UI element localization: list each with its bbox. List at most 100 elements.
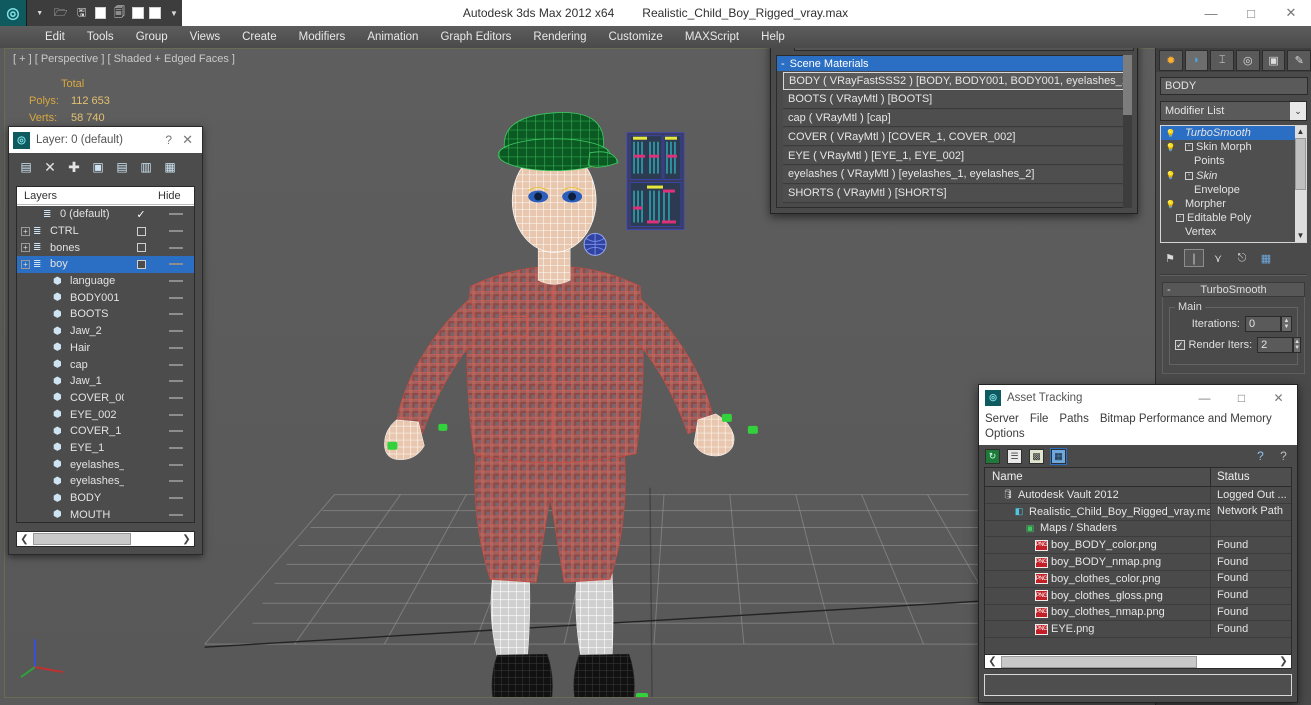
asset-table-row[interactable]: PNG boy_clothes_gloss.png Found xyxy=(985,587,1291,605)
redo-icon[interactable] xyxy=(132,7,145,19)
layer-row-name-cell[interactable]: ⬢ BOOTS xyxy=(17,308,124,320)
layer-hide-cell[interactable] xyxy=(158,413,194,416)
render-setup-icon[interactable]: 🗐 xyxy=(111,4,127,22)
modifier-stack-rows[interactable]: 💡 TurboSmooth 💡 - Skin Morph Points 💡 - Skin Enve… xyxy=(1161,126,1306,242)
material-list-item[interactable]: cap ( VRayMtl ) [cap] xyxy=(783,109,1127,128)
layer-row-name-cell[interactable]: + ≣ bones xyxy=(17,242,124,254)
modifier-stack-buttons[interactable]: ⚑ ❘ ⋎ ⎋ ▦ xyxy=(1160,248,1307,268)
layer-hide-cell[interactable] xyxy=(158,330,194,333)
hide-dash-icon[interactable] xyxy=(169,213,183,216)
layer-row[interactable]: ≣ 0 (default) ✓ xyxy=(17,206,194,223)
motion-icon[interactable]: ◎ xyxy=(1236,49,1260,71)
layer-row[interactable]: ⬢ cap xyxy=(17,356,194,373)
list-view-icon[interactable]: ☰ xyxy=(1007,448,1022,464)
modifier-stack-row[interactable]: 💡 - Skin xyxy=(1161,169,1306,183)
command-panel-tabs[interactable]: ✹ ◗ ⌶ ◎ ▣ ✎ xyxy=(1156,48,1311,72)
rollout-header[interactable]: - TurboSmooth xyxy=(1162,282,1305,297)
layer-row-name-cell[interactable]: ⬢ MOUTH xyxy=(17,509,124,521)
layer-row[interactable]: ⬢ EYE_1 xyxy=(17,440,194,457)
menu-server[interactable]: Server xyxy=(985,413,1019,425)
display-icon[interactable]: ▣ xyxy=(1261,49,1286,71)
menu-create[interactable]: Create xyxy=(231,26,288,48)
menu-file[interactable]: File xyxy=(1030,413,1049,425)
layer-row[interactable]: + ≣ CTRL xyxy=(17,223,194,240)
layer-row-name-cell[interactable]: + ≣ boy xyxy=(17,258,124,270)
layer-row-name-cell[interactable]: ⬢ cap xyxy=(17,359,124,371)
modifier-stack-row[interactable]: Points xyxy=(1161,154,1306,168)
menu-options[interactable]: Options xyxy=(985,428,1025,440)
scroll-left-icon[interactable]: ❮ xyxy=(985,656,1000,667)
hide-dash-icon[interactable] xyxy=(169,430,183,433)
layer-hide-cell[interactable] xyxy=(158,296,194,299)
asset-table-row[interactable]: PNG boy_BODY_nmap.png Found xyxy=(985,553,1291,571)
material-items[interactable]: BODY ( VRayFastSSS2 ) [BODY, BODY001, BO… xyxy=(777,72,1131,203)
layer-row-name-cell[interactable]: ⬢ Hair xyxy=(17,342,124,354)
layer-row-name-cell[interactable]: ⬢ COVER_002 xyxy=(17,392,124,404)
window-controls[interactable]: — □ ✕ xyxy=(1191,0,1311,26)
scroll-left-icon[interactable]: ❮ xyxy=(17,534,32,545)
render-iters-field[interactable]: ✓ Render Iters: ▲▼ xyxy=(1175,337,1302,353)
scroll-up-icon[interactable]: ▲ xyxy=(1295,126,1306,138)
layer-rows[interactable]: ≣ 0 (default) ✓ + ≣ CTRL + ≣ bones + ≣ boy ⬢ language… xyxy=(17,206,194,522)
turbosmooth-rollout[interactable]: - TurboSmooth Main Iterations: ▲▼ ✓ Rend… xyxy=(1162,282,1305,374)
layer-hide-cell[interactable] xyxy=(158,363,194,366)
layer-row[interactable]: ⬢ MOUTH xyxy=(17,506,194,522)
layer-expander-icon[interactable]: + xyxy=(21,243,30,253)
stack-expander-icon[interactable]: - xyxy=(1185,171,1193,180)
layer-row[interactable]: ⬢ language xyxy=(17,273,194,290)
hide-dash-icon[interactable] xyxy=(169,513,183,516)
hierarchy-icon[interactable]: ⌶ xyxy=(1210,49,1235,71)
hscroll-thumb[interactable] xyxy=(33,533,131,545)
layer-hide-cell[interactable] xyxy=(158,463,194,466)
layer-hide-cell[interactable] xyxy=(158,313,194,316)
asset-table-hscrollbar[interactable]: ❮ ❯ xyxy=(984,654,1292,669)
iterations-spinner[interactable]: ▲ ▼ xyxy=(1281,316,1292,332)
asset-name-cell[interactable]: PNG boy_BODY_color.png xyxy=(985,539,1210,551)
layer-row-name-cell[interactable]: ⬢ EYE_1 xyxy=(17,442,124,454)
hide-dash-icon[interactable] xyxy=(169,280,183,283)
remove-modifier-icon[interactable]: ⎋ xyxy=(1232,249,1252,267)
blank-icon[interactable] xyxy=(149,7,161,19)
asset-table-row[interactable]: PNG EYE.png Found xyxy=(985,620,1291,639)
asset-name-cell[interactable]: PNG EYE.png xyxy=(985,623,1210,635)
hide-dash-icon[interactable] xyxy=(169,413,183,416)
material-list-vscrollbar[interactable] xyxy=(1123,55,1132,208)
hide-dash-icon[interactable] xyxy=(169,363,183,366)
layer-row[interactable]: ⬢ eyelashes_2 xyxy=(17,456,194,473)
layer-hide-cell[interactable] xyxy=(158,396,194,399)
make-unique-icon[interactable]: ⋎ xyxy=(1208,249,1228,267)
asset-table-row[interactable]: PNG boy_BODY_color.png Found xyxy=(985,536,1291,555)
hide-dash-icon[interactable] xyxy=(169,330,183,333)
scene-materials-group-header[interactable]: - Scene Materials xyxy=(777,56,1131,71)
layer-expander-icon[interactable]: + xyxy=(21,259,30,269)
asset-name-cell[interactable]: 🛢 Autodesk Vault 2012 xyxy=(985,489,1210,501)
vscroll-thumb[interactable] xyxy=(1123,55,1132,115)
modifier-bulb-icon[interactable]: 💡 xyxy=(1165,143,1176,152)
asset-name-cell[interactable]: ◧ Realistic_Child_Boy_Rigged_vray.max xyxy=(985,506,1210,518)
layer-row-name-cell[interactable]: ⬢ COVER_1 xyxy=(17,425,124,437)
utilities-icon[interactable]: ✎ xyxy=(1287,49,1311,71)
asset-table-row[interactable]: PNG boy_clothes_nmap.png Found xyxy=(985,604,1291,622)
help-icon[interactable]: ? xyxy=(1276,449,1291,464)
material-list-item[interactable]: EYE ( VRayMtl ) [EYE_1, EYE_002] xyxy=(783,147,1127,165)
menu-modifiers[interactable]: Modifiers xyxy=(288,26,357,48)
asset-tracking-window[interactable]: ◎ Asset Tracking — □ ✕ Server File Paths Bi… xyxy=(978,384,1298,703)
layer-list[interactable]: Layers Hide ≣ 0 (default) ✓ + ≣ CTRL + ≣ bones + ≣… xyxy=(16,186,195,523)
modifier-stack-row[interactable]: 💡 TurboSmooth xyxy=(1161,126,1306,141)
hide-dash-icon[interactable] xyxy=(169,463,183,466)
hide-dash-icon[interactable] xyxy=(169,380,183,383)
layer-manager-titlebar[interactable]: ◎ Layer: 0 (default) ? ✕ xyxy=(9,127,202,153)
asset-table-row[interactable]: ▣ Maps / Shaders xyxy=(985,520,1291,538)
layer-row-name-cell[interactable]: ⬢ Jaw_2 xyxy=(17,325,124,337)
rollout-toggle-icon[interactable]: - xyxy=(1167,284,1171,296)
checkbox-icon[interactable] xyxy=(136,259,146,269)
modifier-stack-vscrollbar[interactable]: ▲ ▼ xyxy=(1295,126,1306,242)
layer-hide-cell[interactable] xyxy=(158,480,194,483)
layer-hide-cell[interactable] xyxy=(158,280,194,283)
hide-dash-icon[interactable] xyxy=(169,263,183,266)
layer-hide-cell[interactable] xyxy=(158,246,194,249)
modify-icon[interactable]: ◗ xyxy=(1184,49,1209,71)
scroll-right-icon[interactable]: ❯ xyxy=(1276,656,1291,667)
layer-current-cell[interactable] xyxy=(124,243,158,253)
minimize-button[interactable]: — xyxy=(1191,0,1231,26)
